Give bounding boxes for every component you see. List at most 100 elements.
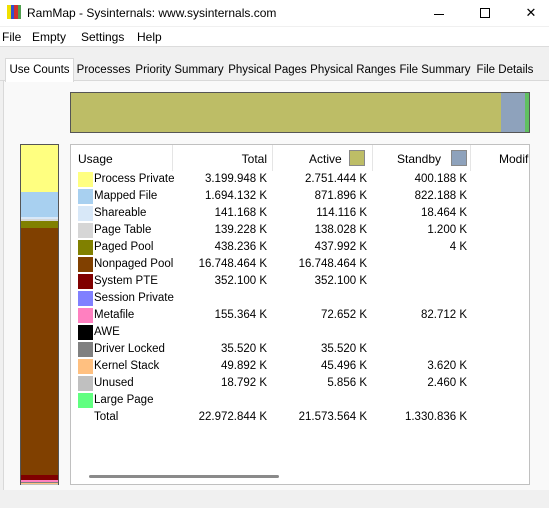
tab-processes[interactable]: Processes: [75, 60, 132, 81]
app-icon-stripe: [17, 5, 21, 19]
row-active: 45.496 K: [320, 360, 367, 372]
close-button[interactable]: ✕: [508, 0, 549, 26]
column-header-active[interactable]: Active: [273, 145, 373, 171]
row-label: Session Private: [94, 292, 174, 304]
row-total: 141.168 K: [214, 207, 267, 219]
menu-help[interactable]: Help: [137, 30, 162, 44]
maximize-button[interactable]: [462, 0, 508, 26]
row-total: 3.199.948 K: [204, 173, 267, 185]
row-label: System PTE: [94, 275, 158, 287]
row-total: 35.520 K: [220, 343, 267, 355]
row-color-swatch: [78, 189, 93, 204]
menu-settings[interactable]: Settings: [81, 30, 124, 44]
tab-strip: Use Counts Processes Priority Summary Ph…: [0, 58, 549, 82]
tab-file-details[interactable]: File Details: [474, 60, 536, 81]
row-active: 352.100 K: [314, 275, 367, 287]
menu-file[interactable]: File: [2, 30, 21, 44]
row-standby: 400.188 K: [414, 173, 467, 185]
hbar-segment-modified: [524, 93, 529, 132]
row-standby: 822.188 K: [414, 190, 467, 202]
row-color-swatch: [78, 325, 93, 340]
hbar-segment-standby: [501, 93, 525, 132]
row-color-swatch: [78, 376, 93, 391]
row-active: 2.751.444 K: [304, 173, 367, 185]
column-header-standby[interactable]: Standby: [373, 145, 471, 171]
row-label: Paged Pool: [94, 241, 154, 253]
row-active: 16.748.464 K: [298, 258, 367, 270]
row-label: Nonpaged Pool: [94, 258, 174, 270]
vbar-segment-process-private: [21, 145, 58, 193]
row-color-swatch: [78, 393, 93, 408]
table-row[interactable]: Metafile 155.364 K 72.652 K 82.712 K: [71, 307, 529, 324]
menu-empty[interactable]: Empty: [32, 30, 66, 44]
row-color-swatch: [78, 308, 93, 323]
table-row[interactable]: Large Page: [71, 392, 529, 409]
row-color-swatch: [78, 223, 93, 238]
row-standby: 4 K: [449, 241, 467, 253]
title-bar: RamMap - Sysinternals: www.sysinternals.…: [0, 0, 549, 26]
row-color-swatch: [78, 342, 93, 357]
active-color-swatch: [349, 150, 365, 166]
row-modified: 4: [471, 173, 529, 185]
row-modified: 5: [471, 411, 529, 423]
tab-file-summary[interactable]: File Summary: [399, 60, 471, 81]
row-active: 35.520 K: [320, 343, 367, 355]
row-label: Large Page: [94, 394, 154, 406]
row-label: Mapped File: [94, 190, 158, 202]
menu-bar: File Empty Settings Help: [0, 27, 549, 47]
column-header-standby-label: Standby: [397, 152, 442, 166]
table-row[interactable]: Unused 18.792 K 5.856 K 2.460 K: [71, 375, 529, 392]
table-row[interactable]: System PTE 352.100 K 352.100 K: [71, 273, 529, 290]
table-row[interactable]: Session Private: [71, 290, 529, 307]
tab-use-counts[interactable]: Use Counts: [5, 58, 74, 82]
rammap-app-icon: [7, 5, 21, 19]
row-active: 138.028 K: [314, 224, 367, 236]
close-icon: ✕: [525, 5, 537, 20]
tab-priority-summary[interactable]: Priority Summary: [134, 60, 225, 81]
row-active: 114.116 K: [316, 207, 367, 219]
row-label: Driver Locked: [94, 343, 165, 355]
tab-physical-pages[interactable]: Physical Pages: [228, 60, 307, 81]
table-row[interactable]: Paged Pool 438.236 K 437.992 K 4 K: [71, 239, 529, 256]
column-header-modified[interactable]: Modifie: [471, 145, 529, 171]
vbar-segment-nonpaged-pool: [21, 227, 58, 475]
row-label: AWE: [94, 326, 120, 338]
table-row[interactable]: Mapped File 1.694.132 K 871.896 K 822.188 K: [71, 188, 529, 205]
maximize-icon: [480, 8, 490, 18]
table-row[interactable]: Page Table 139.228 K 138.028 K 1.200 K: [71, 222, 529, 239]
minimize-button[interactable]: [416, 0, 462, 26]
row-color-swatch: [78, 206, 93, 221]
row-active: 5.856 K: [327, 377, 367, 389]
row-total: 352.100 K: [214, 275, 267, 287]
table-row[interactable]: Total 22.972.844 K 21.573.564 K 1.330.836 K…: [71, 409, 529, 426]
window-title: RamMap - Sysinternals: www.sysinternals.…: [27, 6, 277, 20]
vbar-segment-mapped-file: [21, 192, 58, 218]
row-color-swatch: [78, 240, 93, 255]
row-color-swatch: [78, 274, 93, 289]
row-standby: 1.330.836 K: [404, 411, 467, 423]
table-row[interactable]: Driver Locked 35.520 K 35.520 K: [71, 341, 529, 358]
row-label: Metafile: [94, 309, 135, 321]
column-header-total[interactable]: Total: [173, 145, 273, 171]
table-row[interactable]: Process Private 3.199.948 K 2.751.444 K 400…: [71, 171, 529, 188]
horizontal-scrollbar-thumb[interactable]: [89, 475, 279, 478]
row-standby: 2.460 K: [427, 377, 467, 389]
table-row[interactable]: AWE: [71, 324, 529, 341]
row-total: 155.364 K: [214, 309, 267, 321]
tab-physical-ranges[interactable]: Physical Ranges: [309, 60, 397, 81]
row-total: 139.228 K: [214, 224, 267, 236]
row-total: 18.792 K: [220, 377, 267, 389]
row-color-swatch: [78, 359, 93, 374]
column-header-active-label: Active: [309, 152, 342, 166]
column-header-usage[interactable]: Usage: [71, 145, 173, 171]
row-total: 16.748.464 K: [198, 258, 267, 270]
row-label: Unused: [94, 377, 134, 389]
table-row[interactable]: Kernel Stack 49.892 K 45.496 K 3.620 K: [71, 358, 529, 375]
table-row[interactable]: Nonpaged Pool 16.748.464 K 16.748.464 K: [71, 256, 529, 273]
row-color-swatch: [78, 172, 93, 187]
row-standby: 82.712 K: [420, 309, 467, 321]
table-row[interactable]: Shareable 141.168 K 114.116 K 18.464 K: [71, 205, 529, 222]
hbar-segment-active: [71, 93, 502, 132]
row-active: 21.573.564 K: [298, 411, 367, 423]
row-label: Page Table: [94, 224, 152, 236]
